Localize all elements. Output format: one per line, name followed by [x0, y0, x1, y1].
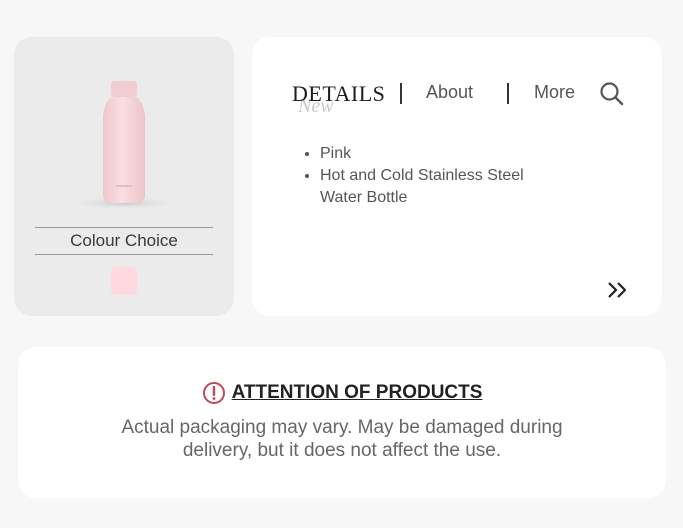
attention-title: ATTENTION OF PRODUCTS	[231, 382, 483, 403]
product-card: Colour Choice	[14, 37, 234, 316]
tab-divider	[507, 83, 509, 104]
attention-header: ATTENTION OF PRODUCTS	[18, 381, 666, 405]
product-image	[69, 75, 179, 215]
attention-body: Actual packaging may vary. May be damage…	[121, 417, 563, 461]
double-chevron-right-icon[interactable]	[606, 279, 630, 301]
tab-divider	[400, 83, 402, 104]
tab-about[interactable]: About	[426, 82, 473, 103]
list-item: Pink	[320, 143, 560, 165]
list-item: Hot and Cold Stainless Steel Water Bottl…	[320, 165, 560, 209]
tab-details[interactable]: DETAILS	[292, 81, 385, 107]
search-icon[interactable]	[599, 81, 625, 107]
tab-more[interactable]: More	[534, 82, 575, 103]
colour-choice-label: Colour Choice	[35, 227, 213, 255]
alert-circle-icon	[202, 381, 226, 405]
details-card: New DETAILS About More Pink Hot and Cold…	[252, 37, 662, 316]
feature-list: Pink Hot and Cold Stainless Steel Water …	[300, 143, 560, 209]
colour-swatch-pink[interactable]	[111, 267, 137, 295]
attention-card: ATTENTION OF PRODUCTS Actual packaging m…	[18, 347, 666, 498]
